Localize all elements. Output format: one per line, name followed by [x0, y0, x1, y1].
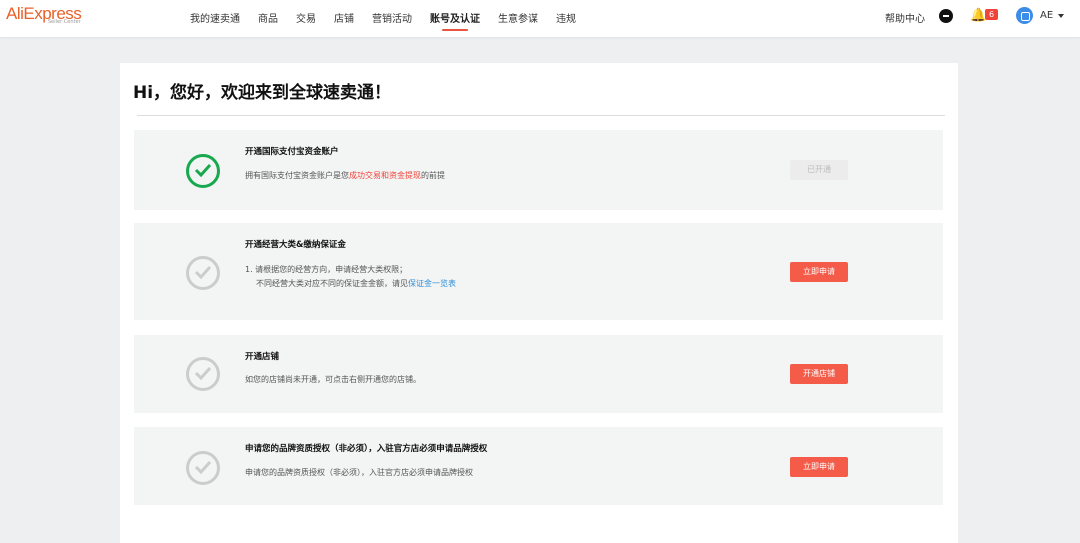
page-title: Hi，您好，欢迎来到全球速卖通！: [133, 83, 392, 103]
bell-icon[interactable]: 🔔: [970, 9, 986, 23]
nav-business-analytics[interactable]: 生意参谋: [498, 10, 538, 25]
top-header: AliExpress Seller Center 我的速卖通 商品 交易 店铺 …: [0, 0, 1080, 37]
message-icon[interactable]: [939, 9, 953, 23]
open-store-button[interactable]: 开通店铺: [790, 364, 848, 384]
user-name[interactable]: AE: [1040, 10, 1053, 21]
main-nav: 我的速卖通 商品 交易 店铺 营销活动 账号及认证 生意参谋 违规: [190, 10, 594, 31]
step-brand-authorization: 申请您的品牌资质授权（非必须），入驻官方店必须申请品牌授权 申请您的品牌资质授权…: [134, 427, 943, 505]
check-circle-icon: [186, 357, 220, 391]
step-description: 申请您的品牌资质授权（非必须），入驻官方店必须申请品牌授权: [245, 468, 473, 477]
desc-highlight: 成功交易和资金提现: [349, 171, 421, 180]
nav-products[interactable]: 商品: [258, 10, 278, 25]
check-circle-icon: [186, 256, 220, 290]
nav-account[interactable]: 账号及认证: [430, 10, 480, 31]
nav-store[interactable]: 店铺: [334, 10, 354, 25]
desc-text: 的前提: [421, 171, 445, 180]
nav-marketing[interactable]: 营销活动: [372, 10, 412, 25]
step-title: 开通国际支付宝资金账户: [245, 147, 339, 157]
step-alipay: 开通国际支付宝资金账户 拥有国际支付宝资金账户是您成功交易和资金提现的前提 已开…: [134, 130, 943, 210]
step-category-deposit: 开通经营大类&缴纳保证金 1. 请根据您的经营方向，申请经营大类权限； 不同经营…: [134, 223, 943, 320]
desc-text: 不同经营大类对应不同的保证金金额，请见: [256, 279, 408, 288]
check-circle-icon: [186, 451, 220, 485]
nav-my-aliexpress[interactable]: 我的速卖通: [190, 10, 240, 25]
chevron-down-icon[interactable]: [1058, 14, 1064, 18]
opened-button[interactable]: 已开通: [790, 160, 848, 180]
step-title: 开通经营大类&缴纳保证金: [245, 240, 346, 250]
step-open-store: 开通店铺 如您的店铺尚未开通，可点击右侧开通您的店铺。 开通店铺: [134, 335, 943, 413]
nav-violations[interactable]: 违规: [556, 10, 576, 25]
apply-brand-button[interactable]: 立即申请: [790, 457, 848, 477]
check-circle-icon: [186, 154, 220, 188]
apply-now-button[interactable]: 立即申请: [790, 262, 848, 282]
step-description: 如您的店铺尚未开通，可点击右侧开通您的店铺。: [245, 375, 421, 384]
nav-orders[interactable]: 交易: [296, 10, 316, 25]
step-description-line2: 不同经营大类对应不同的保证金金额，请见保证金一览表: [256, 277, 456, 291]
logo-subtitle: Seller Center: [48, 19, 81, 25]
step-description: 拥有国际支付宝资金账户是您成功交易和资金提现的前提: [245, 169, 445, 183]
step-title: 申请您的品牌资质授权（非必须），入驻官方店必须申请品牌授权: [245, 444, 488, 454]
step-description-line1: 1. 请根据您的经营方向，申请经营大类权限；: [245, 265, 408, 274]
deposit-list-link[interactable]: 保证金一览表: [408, 279, 456, 288]
notification-badge: 6: [985, 9, 999, 20]
divider: [137, 115, 945, 116]
welcome-card: Hi，您好，欢迎来到全球速卖通！ 开通国际支付宝资金账户 拥有国际支付宝资金账户…: [120, 63, 958, 543]
help-center-link[interactable]: 帮助中心: [885, 10, 925, 25]
step-title: 开通店铺: [245, 352, 280, 362]
desc-text: 拥有国际支付宝资金账户是您: [245, 171, 349, 180]
avatar[interactable]: [1016, 7, 1033, 24]
